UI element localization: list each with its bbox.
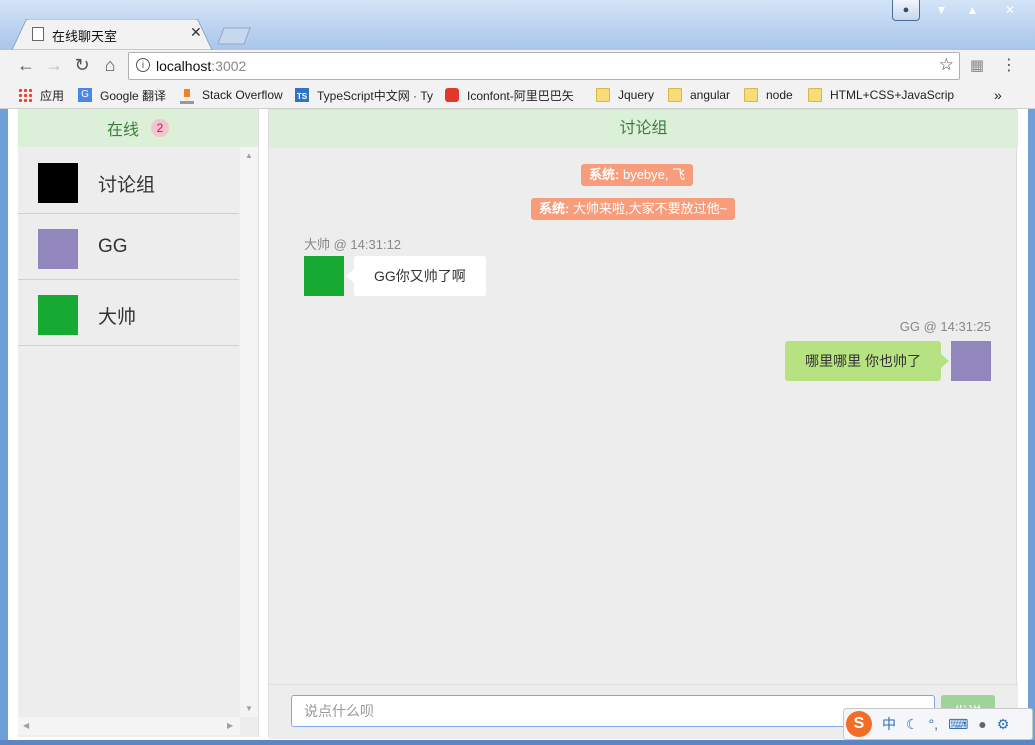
bookmark-typescript[interactable]: TS TypeScript中文网 · Ty bbox=[295, 87, 433, 103]
profile-button[interactable]: ● bbox=[892, 0, 920, 21]
page-icon bbox=[32, 27, 44, 41]
browser-tab[interactable]: 在线聊天室 ✕ bbox=[12, 19, 212, 50]
url-port: :3002 bbox=[211, 58, 247, 74]
message-meta: 大帅 @ 14:31:12 bbox=[304, 237, 402, 252]
bookmark-label: Stack Overflow bbox=[202, 88, 283, 102]
system-message: 系统: byebye, 飞 bbox=[581, 164, 694, 186]
address-bar[interactable]: i localhost:3002 ☆ bbox=[128, 52, 960, 80]
minimize-button[interactable]: ▼ bbox=[926, 0, 957, 20]
folder-icon bbox=[744, 88, 758, 102]
ime-mode-toggle[interactable]: 中 bbox=[882, 714, 896, 734]
bookmark-star-icon[interactable]: ☆ bbox=[939, 55, 954, 75]
menu-dots-icon[interactable]: ⋮ bbox=[998, 54, 1020, 76]
taskbar bbox=[0, 740, 1035, 745]
bookmark-iconfont[interactable]: Iconfont-阿里巴巴矢 bbox=[445, 87, 574, 103]
window-controls: ▼ ▲ ✕ bbox=[926, 0, 1032, 20]
message-bubble: GG你又帅了啊 bbox=[346, 256, 486, 296]
browser-toolbar: ← → ↻ ⌂ i localhost:3002 ☆ ▦ ⋮ bbox=[0, 50, 1035, 81]
moon-icon[interactable]: ☾ bbox=[906, 716, 919, 733]
sender-avatar[interactable] bbox=[304, 256, 344, 296]
folder-icon bbox=[668, 88, 682, 102]
home-icon[interactable]: ⌂ bbox=[99, 54, 121, 76]
bookmark-label: Google 翻译 bbox=[100, 88, 167, 103]
bookmarks-bar: 应用 G Google 翻译 Stack Overflow TS TypeScr… bbox=[0, 81, 1035, 109]
avatar bbox=[38, 229, 78, 269]
scroll-right-icon[interactable]: ▶ bbox=[227, 721, 233, 730]
system-text: byebye, 飞 bbox=[622, 167, 686, 182]
apps-grid-icon bbox=[18, 88, 32, 102]
avatar bbox=[38, 295, 78, 335]
sogou-logo-icon[interactable]: S bbox=[846, 711, 872, 737]
sender-avatar[interactable] bbox=[951, 341, 991, 381]
back-arrow-icon[interactable]: ← bbox=[15, 54, 37, 76]
message-input[interactable] bbox=[291, 695, 935, 727]
online-count-badge: 2 bbox=[151, 119, 169, 137]
system-prefix: 系统: bbox=[589, 167, 620, 182]
bookmark-google-translate[interactable]: G Google 翻译 bbox=[78, 87, 166, 103]
online-users-panel: 在线 2 讨论组 GG 大帅 ▲ ▼ ◀ ▶ bbox=[18, 109, 259, 737]
tab-title: 在线聊天室 bbox=[52, 29, 118, 44]
bookmark-node[interactable]: node bbox=[744, 87, 793, 103]
user-item-discussion-group[interactable]: 讨论组 bbox=[18, 148, 239, 214]
browser-titlebar: ● ▼ ▲ ✕ 在线聊天室 ✕ bbox=[0, 0, 1035, 50]
system-message: 系统: 大帅来啦,大家不要放过他~ bbox=[531, 198, 736, 220]
bookmark-label: node bbox=[766, 88, 793, 102]
system-text: 大帅来啦,大家不要放过他~ bbox=[572, 201, 728, 216]
bookmark-label: Iconfont-阿里巴巴矢 bbox=[467, 88, 574, 103]
online-title: 在线 bbox=[106, 122, 139, 139]
tab-close-icon[interactable]: ✕ bbox=[190, 24, 202, 41]
google-translate-icon: G bbox=[78, 88, 92, 102]
message-bubble: 哪里哪里 你也帅了 bbox=[785, 341, 949, 381]
page-content: 在线 2 讨论组 GG 大帅 ▲ ▼ ◀ ▶ 讨论组 系统: byebye, 飞 bbox=[8, 109, 1028, 740]
folder-icon bbox=[596, 88, 610, 102]
user-name: 大帅 bbox=[98, 307, 137, 328]
maximize-button[interactable]: ▲ bbox=[957, 0, 988, 20]
online-header: 在线 2 bbox=[18, 109, 258, 147]
keyboard-icon[interactable]: ⌨ bbox=[948, 716, 968, 733]
bookmark-label: 应用 bbox=[40, 88, 65, 103]
new-tab-button[interactable] bbox=[216, 27, 252, 45]
chat-panel: 讨论组 系统: byebye, 飞 系统: 大帅来啦,大家不要放过他~ 大帅 @… bbox=[268, 109, 1018, 739]
folder-icon bbox=[808, 88, 822, 102]
system-prefix: 系统: bbox=[539, 201, 570, 216]
bookmark-label: angular bbox=[690, 88, 731, 102]
bookmark-label: HTML+CSS+JavaScrip bbox=[830, 88, 955, 102]
bookmark-apps[interactable]: 应用 bbox=[18, 87, 64, 103]
bookmarks-overflow-button[interactable]: » bbox=[994, 87, 1002, 103]
punctuation-icon[interactable]: °, bbox=[929, 716, 939, 732]
user-item-dashuai[interactable]: 大帅 bbox=[18, 280, 239, 346]
scroll-down-icon[interactable]: ▼ bbox=[245, 704, 253, 713]
bookmark-angular[interactable]: angular bbox=[668, 87, 730, 103]
vertical-scrollbar[interactable]: ▲ ▼ bbox=[240, 147, 258, 717]
user-item-gg[interactable]: GG bbox=[18, 214, 239, 280]
scroll-left-icon[interactable]: ◀ bbox=[23, 721, 29, 730]
chat-title: 讨论组 bbox=[269, 110, 1018, 148]
ime-toolbar: S 中 ☾ °, ⌨ ● ⚙ bbox=[843, 708, 1033, 740]
typescript-icon: TS bbox=[295, 88, 309, 102]
bookmark-label: Jquery bbox=[618, 88, 655, 102]
user-name: 讨论组 bbox=[98, 175, 156, 196]
iconfont-icon bbox=[445, 88, 459, 102]
bookmark-stack-overflow[interactable]: Stack Overflow bbox=[180, 86, 283, 104]
stack-overflow-icon bbox=[180, 86, 194, 104]
bookmark-jquery[interactable]: Jquery bbox=[596, 87, 654, 103]
bookmark-html-css-js[interactable]: HTML+CSS+JavaScrip bbox=[808, 87, 954, 103]
url-host: localhost bbox=[156, 58, 212, 74]
close-window-button[interactable]: ✕ bbox=[988, 0, 1032, 20]
tools-icon[interactable]: ⚙ bbox=[997, 716, 1010, 733]
user-icon[interactable]: ● bbox=[978, 716, 986, 732]
bookmark-label: TypeScript中文网 · Ty bbox=[317, 88, 434, 103]
scroll-up-icon[interactable]: ▲ bbox=[245, 151, 253, 160]
url-text: localhost:3002 bbox=[156, 58, 246, 74]
info-icon[interactable]: i bbox=[136, 58, 150, 72]
avatar bbox=[38, 163, 78, 203]
reload-icon[interactable]: ↻ bbox=[71, 54, 93, 76]
message-meta: GG @ 14:31:25 bbox=[899, 319, 991, 334]
horizontal-scrollbar[interactable]: ◀ ▶ bbox=[18, 717, 240, 735]
user-name: GG bbox=[98, 236, 128, 257]
extension-icon[interactable]: ▦ bbox=[966, 54, 988, 76]
forward-arrow-icon[interactable]: → bbox=[43, 54, 65, 76]
